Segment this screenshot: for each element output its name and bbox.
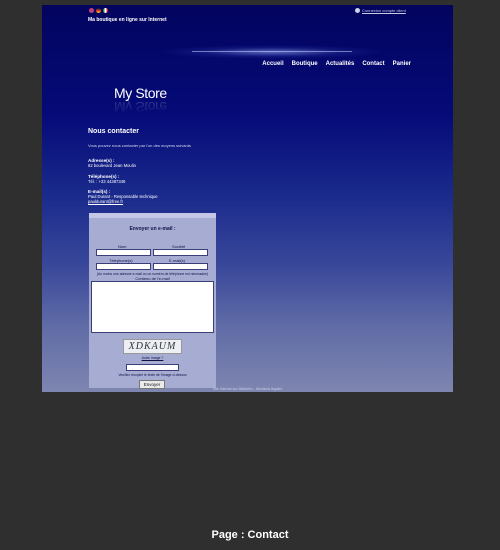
main-nav: Accueil Boutique Actualités Contact Pani…: [262, 61, 411, 67]
screenshot-frame: Ma boutique en ligne sur Internet Connex…: [42, 5, 453, 392]
header-glow-line: [192, 51, 352, 52]
nav-item-boutique[interactable]: Boutique: [292, 61, 318, 67]
phone-block: Téléphone(s) : Tél. : +33 44387349: [88, 174, 125, 184]
nav-item-contact[interactable]: Contact: [362, 61, 384, 67]
header-glow: [162, 45, 382, 59]
address-block: Adresse(s) : 62 boulevard Jean Moulin: [88, 158, 136, 168]
email-field[interactable]: [153, 263, 208, 270]
client-login-link[interactable]: Connexion compte client: [362, 8, 406, 13]
it-flag-icon[interactable]: [103, 8, 108, 13]
site-tagline: Ma boutique en ligne sur Internet: [88, 17, 167, 23]
email-form: Envoyer un e-mail : Nom Société Téléphon…: [89, 213, 216, 389]
site-footer: Site Internet sur Métaférix - Mentions l…: [212, 387, 283, 391]
contact-intro: Vous pouvez nous contacter par l'un des …: [88, 143, 191, 148]
nav-item-panier[interactable]: Panier: [393, 61, 411, 67]
new-captcha-link[interactable]: Autre image ?: [89, 356, 216, 360]
nav-item-actualites[interactable]: Actualités: [326, 61, 355, 67]
email-link[interactable]: pauldurant@free.fr: [88, 199, 123, 204]
captcha-image: XDKAUM: [123, 339, 182, 354]
store-logo-reflection: My Store: [114, 99, 167, 115]
email-block: E-mail(s) : Paul Durant - Responsable te…: [88, 189, 158, 204]
name-field[interactable]: [96, 249, 151, 256]
phone-value: Tél. : +33 44387349: [88, 179, 126, 184]
message-textarea[interactable]: [91, 281, 214, 333]
page-title: Nous contacter: [88, 128, 139, 135]
captcha-input[interactable]: [126, 364, 179, 371]
page-caption: Page : Contact: [211, 529, 289, 541]
de-flag-icon[interactable]: [96, 8, 101, 13]
phone-field[interactable]: [96, 263, 151, 270]
language-flags: [89, 8, 108, 13]
captcha-note: Veuillez recopier le texte de l'image ci…: [118, 373, 187, 377]
nav-item-accueil[interactable]: Accueil: [262, 61, 283, 67]
client-login[interactable]: Connexion compte client: [355, 8, 406, 13]
user-icon: [355, 8, 360, 13]
form-title: Envoyer un e-mail :: [129, 226, 176, 232]
uk-flag-icon[interactable]: [89, 8, 94, 13]
address-value: 62 boulevard Jean Moulin: [88, 163, 136, 168]
company-field[interactable]: [153, 249, 208, 256]
